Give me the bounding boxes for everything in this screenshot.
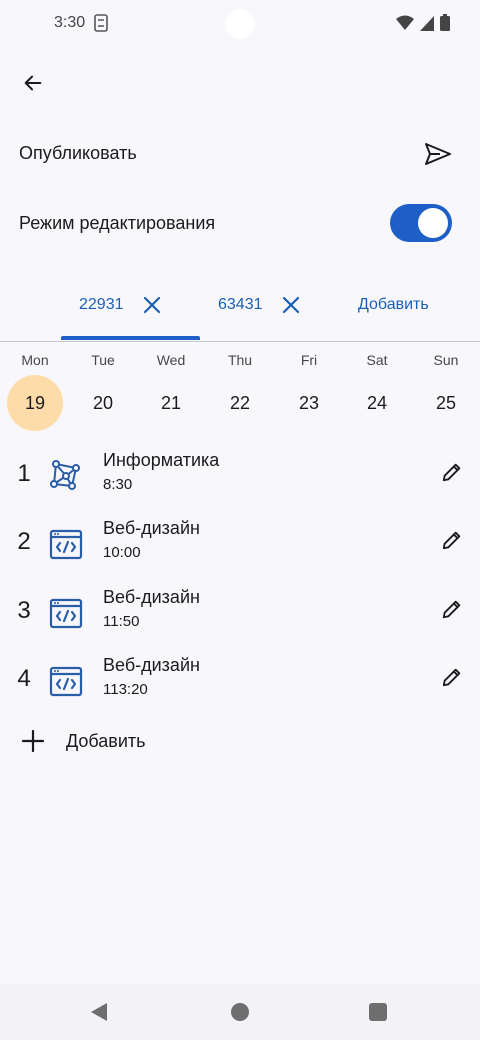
tab-close-button[interactable] <box>140 293 164 317</box>
status-time: 3:30 <box>54 14 86 31</box>
day-thu[interactable]: Thu 22 <box>205 344 275 413</box>
nav-recents-icon[interactable] <box>369 1003 387 1021</box>
day-name: Wed <box>156 352 186 368</box>
lesson-number: 3 <box>17 597 31 624</box>
lesson-time: 11:50 <box>103 613 140 630</box>
day-number: 19 <box>7 375 63 431</box>
send-icon <box>425 143 451 165</box>
pencil-icon <box>442 668 461 687</box>
edit-lesson-button[interactable] <box>434 454 470 490</box>
day-name: Mon <box>21 352 49 368</box>
status-icons <box>396 14 450 31</box>
publish-button[interactable] <box>418 134 458 174</box>
status-bar: 3:30 <box>0 0 480 48</box>
tab-22931[interactable]: 22931 <box>79 270 164 340</box>
lesson-number: 2 <box>17 528 31 555</box>
lesson-name: Информатика <box>103 450 220 470</box>
lesson-item[interactable]: 1 Информатика 8:30 <box>0 446 480 510</box>
toggle-knob <box>418 208 448 238</box>
lesson-number: 4 <box>17 665 31 692</box>
lesson-time: 10:00 <box>103 544 141 561</box>
signal-icon <box>420 15 434 31</box>
day-name: Sun <box>433 352 459 368</box>
publish-row[interactable]: Опубликовать <box>0 130 480 176</box>
camera-cutout <box>226 10 254 38</box>
day-tue[interactable]: Tue 20 <box>68 344 138 413</box>
wifi-icon <box>396 15 414 30</box>
day-name: Thu <box>227 352 253 368</box>
lesson-item[interactable]: 3 Веб-дизайн 11:50 <box>0 583 480 647</box>
day-name: Tue <box>91 352 115 368</box>
lesson-time: 8:30 <box>103 476 133 493</box>
week-strip: Mon 19 Tue 20 Wed 21 Thu 22 Fri 23 Sat 2… <box>0 344 480 432</box>
day-name: Sat <box>366 352 388 368</box>
day-number: 23 <box>298 392 320 413</box>
tab-label: 22931 <box>79 296 124 313</box>
edit-mode-label: Режим редактирования <box>19 212 216 233</box>
add-tab-button[interactable]: Добавить <box>358 270 429 340</box>
code-window-icon <box>49 666 83 697</box>
lesson-item[interactable]: 2 Веб-дизайн 10:00 <box>0 514 480 578</box>
battery-icon <box>440 14 450 31</box>
arrow-back-icon <box>24 75 42 91</box>
tab-indicator <box>61 336 200 340</box>
plus-icon <box>21 729 45 753</box>
close-icon <box>143 296 160 314</box>
network-graph-icon <box>50 460 80 490</box>
tab-close-button[interactable] <box>279 293 303 317</box>
edit-lesson-button[interactable] <box>434 659 470 695</box>
tab-63431[interactable]: 63431 <box>218 270 303 340</box>
day-number: 24 <box>366 392 388 413</box>
pencil-icon <box>442 600 461 619</box>
day-fri[interactable]: Fri 23 <box>274 344 344 413</box>
tab-label: 63431 <box>218 296 263 313</box>
edit-mode-toggle[interactable] <box>390 204 452 242</box>
lesson-item[interactable]: 4 Веб-дизайн 113:20 <box>0 651 480 715</box>
pencil-icon <box>442 463 461 482</box>
lesson-name: Веб-дизайн <box>103 655 200 675</box>
code-window-icon <box>49 529 83 560</box>
lesson-name: Веб-дизайн <box>103 587 200 607</box>
lesson-number: 1 <box>17 460 31 487</box>
nav-home-icon[interactable] <box>231 1003 249 1021</box>
day-number: 20 <box>92 392 114 413</box>
code-window-icon <box>49 598 83 629</box>
lesson-name: Веб-дизайн <box>103 518 200 538</box>
day-sat[interactable]: Sat 24 <box>342 344 412 413</box>
add-lesson-button[interactable]: Добавить <box>0 722 480 762</box>
system-nav-bar <box>0 984 480 1040</box>
day-mon[interactable]: Mon 19 <box>0 344 70 431</box>
group-tabs: 22931 63431 Добавить <box>0 270 480 342</box>
day-number: 22 <box>229 392 251 413</box>
day-name: Fri <box>300 352 318 368</box>
add-lesson-label: Добавить <box>66 731 146 751</box>
edit-lesson-button[interactable] <box>434 591 470 627</box>
day-number: 21 <box>160 392 182 413</box>
nav-back-icon[interactable] <box>90 1002 108 1022</box>
day-wed[interactable]: Wed 21 <box>136 344 206 413</box>
sim-icon <box>94 14 108 32</box>
publish-label: Опубликовать <box>19 142 137 163</box>
close-icon <box>282 296 299 314</box>
day-number: 25 <box>435 392 457 413</box>
pencil-icon <box>442 531 461 550</box>
edit-lesson-button[interactable] <box>434 522 470 558</box>
day-sun[interactable]: Sun 25 <box>411 344 480 413</box>
lesson-time: 113:20 <box>103 681 148 698</box>
back-button[interactable] <box>14 64 52 102</box>
